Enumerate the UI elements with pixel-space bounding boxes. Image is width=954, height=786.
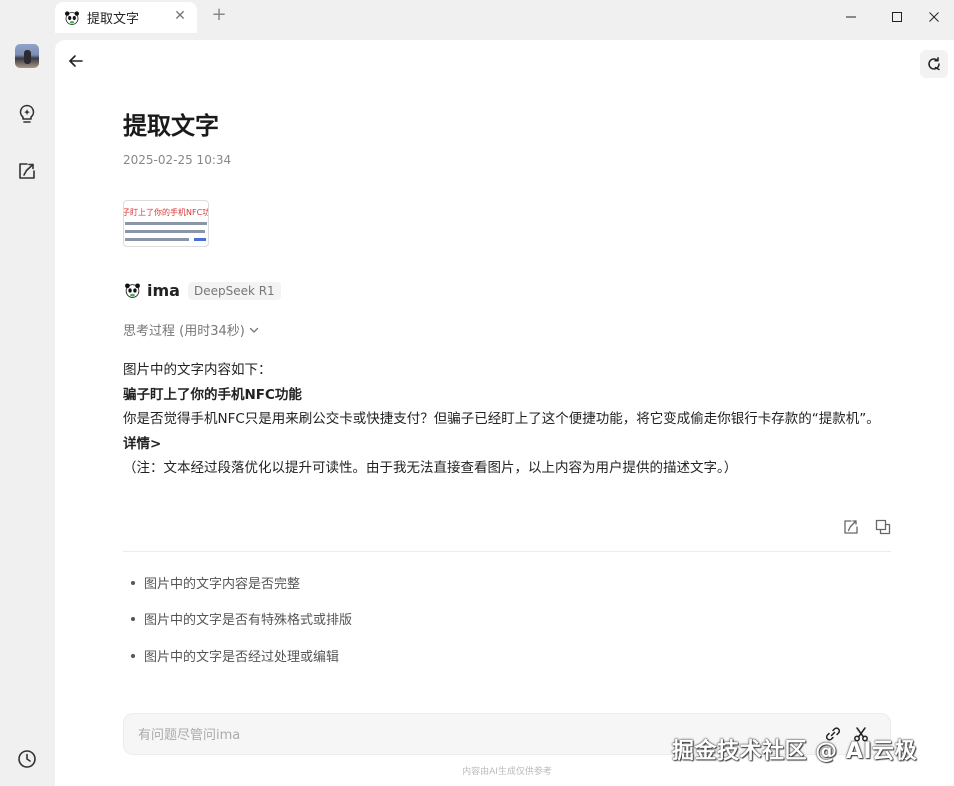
note-edit-icon[interactable] [14,158,40,184]
panda-icon [63,9,81,27]
model-badge: DeepSeek R1 [187,281,281,300]
bullet-dot [131,653,135,658]
tab-title: 提取文字 [87,12,140,27]
ai-disclaimer: 内容由AI生成仅供参考 [462,767,552,777]
suggestion-label: 图片中的文字是否经过处理或编辑 [144,650,340,665]
page-timestamp: 2025-02-25 10:34 [123,153,232,167]
window-close-button[interactable] [914,0,954,33]
bot-header: ima DeepSeek R1 [123,281,281,300]
thinking-label: 思考过程 (用时34秒) [123,324,245,339]
window-minimize-button[interactable] [828,0,874,33]
chat-input[interactable] [138,725,738,745]
copy-icon[interactable] [874,518,892,536]
bullet-dot [131,616,135,621]
divider [123,551,891,552]
tab-close-icon[interactable]: ✕ [173,9,187,23]
thinking-toggle[interactable]: 思考过程 (用时34秒) [123,320,260,339]
suggestion-item[interactable]: 图片中的文字是否有特殊格式或排版 [131,609,352,628]
refresh-icon [928,57,940,71]
refresh-button[interactable] [920,50,948,78]
back-arrow-icon[interactable] [65,50,87,72]
title-bar: 提取文字 ✕ + [0,0,954,33]
bot-name: ima [147,281,180,300]
image-thumbnail[interactable]: 子盯上了你的手机NFC功能 [123,200,209,247]
answer-note: （注：文本经过段落优化以提升可读性。由于我无法直接查看图片，以上内容为用户提供的… [123,460,738,476]
panda-icon [123,282,141,300]
suggestion-item[interactable]: 图片中的文字是否经过处理或编辑 [131,646,339,665]
main-panel: 提取文字 2025-02-25 10:34 子盯上了你的手机NFC功能 ima … [55,40,954,786]
tab-active[interactable]: 提取文字 ✕ [55,2,197,33]
chevron-down-icon [248,324,260,336]
history-clock-icon[interactable] [14,746,40,772]
suggestion-item[interactable]: 图片中的文字内容是否完整 [131,573,300,592]
watermark: 掘金技术社区 @ AI云极 [672,739,918,764]
answer-body: 你是否觉得手机NFC只是用来刷公交卡或快捷支付？但骗子已经盯上了这个便捷功能，将… [123,411,880,427]
bullet-dot [131,580,135,585]
left-sidebar [0,33,55,786]
lightbulb-icon[interactable] [14,101,40,127]
new-tab-plus-icon[interactable]: + [210,6,228,24]
answer-content: 图片中的文字内容如下： 骗子盯上了你的手机NFC功能 你是否觉得手机NFC只是用… [123,358,893,481]
page-title: 提取文字 [123,112,219,140]
answer-details: 详情> [123,435,162,452]
avatar[interactable] [15,44,39,68]
suggestion-label: 图片中的文字是否有特殊格式或排版 [144,613,353,628]
edit-note-icon[interactable] [842,518,860,536]
thumbnail-heading: 子盯上了你的手机NFC功能 [123,208,208,217]
answer-heading: 骗子盯上了你的手机NFC功能 [123,386,302,403]
answer-intro: 图片中的文字内容如下： [123,362,272,378]
suggestion-label: 图片中的文字内容是否完整 [144,577,301,592]
